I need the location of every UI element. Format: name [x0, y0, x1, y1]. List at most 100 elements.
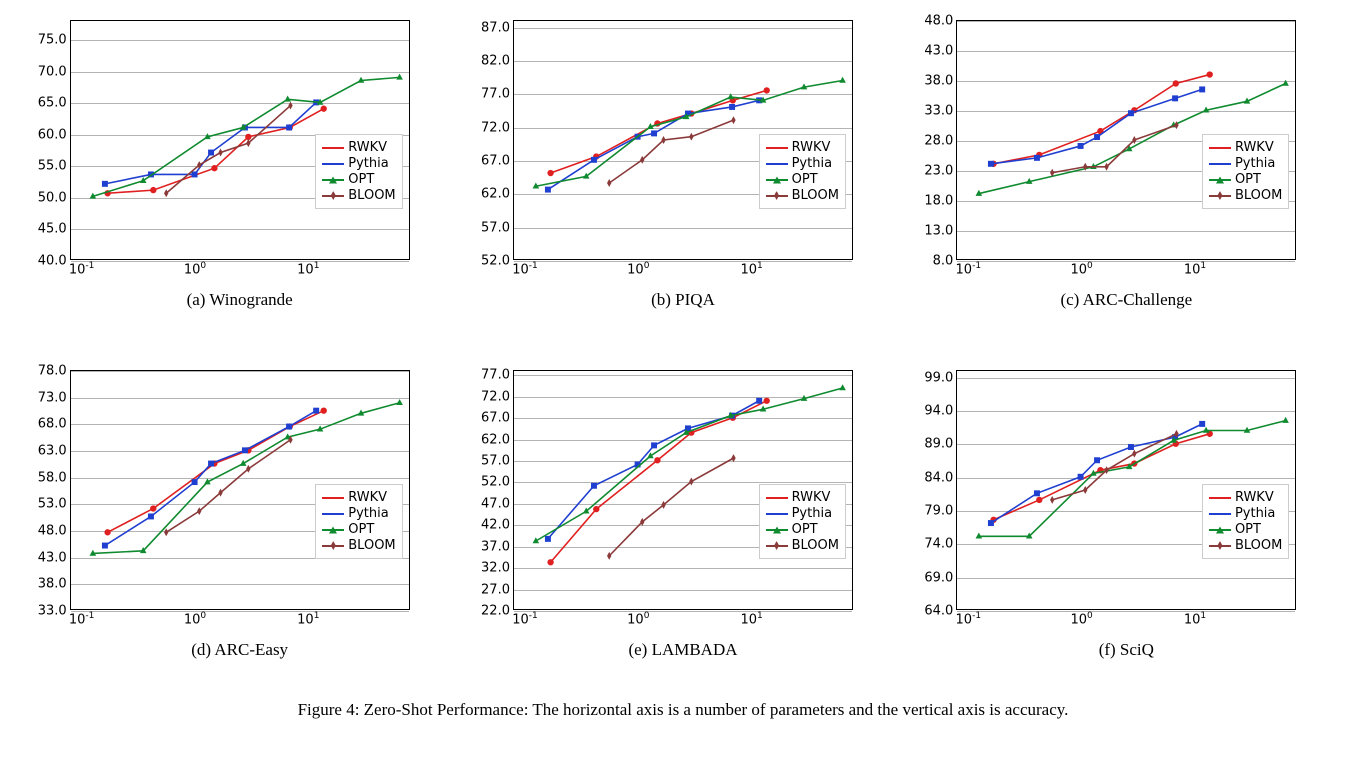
ytick: 94.0: [924, 404, 953, 419]
data-point: [689, 478, 693, 486]
ytick: 38.0: [38, 577, 67, 592]
legend-label: Pythia: [792, 506, 832, 521]
ytick: 13.0: [924, 224, 953, 239]
ytick: 18.0: [924, 194, 953, 209]
ytick: 64.0: [924, 604, 953, 619]
legend-item-pythia: Pythia: [766, 156, 839, 171]
chart-winogrande: 40.045.050.055.060.065.070.075.010-11001…: [43, 20, 436, 310]
data-point: [583, 173, 590, 179]
ytick: 77.0: [481, 87, 510, 102]
data-point: [1036, 497, 1042, 503]
legend-label: BLOOM: [792, 538, 839, 553]
data-point: [1128, 110, 1134, 116]
data-point: [988, 161, 994, 167]
xtick: 10-1: [512, 611, 538, 627]
legend-label: OPT: [792, 172, 818, 187]
data-point: [148, 513, 154, 519]
ytick: 70.0: [38, 64, 67, 79]
data-point: [1132, 450, 1136, 458]
data-point: [1034, 155, 1040, 161]
data-point: [191, 479, 197, 485]
plot-area: 33.038.043.048.053.058.063.068.073.078.0…: [70, 370, 410, 610]
data-point: [593, 506, 599, 512]
plot-area: 64.069.074.079.084.089.094.099.010-11001…: [956, 370, 1296, 610]
legend: RWKVPythiaOPTBLOOM: [315, 484, 402, 559]
data-point: [764, 87, 770, 93]
data-point: [1200, 86, 1206, 92]
ytick: 84.0: [924, 470, 953, 485]
series-line-bloom: [166, 106, 290, 194]
data-point: [689, 133, 693, 141]
data-point: [396, 399, 403, 405]
ytick: 48.0: [38, 524, 67, 539]
ytick: 57.0: [481, 454, 510, 469]
xtick: 101: [740, 261, 762, 277]
plot-area: 22.027.032.037.042.047.052.057.062.067.0…: [513, 370, 853, 610]
data-point: [1200, 421, 1206, 427]
data-point: [607, 552, 611, 560]
data-point: [1283, 417, 1290, 423]
ytick: 45.0: [38, 222, 67, 237]
legend-label: RWKV: [792, 490, 831, 505]
data-point: [1207, 71, 1213, 77]
xtick: 10-1: [69, 611, 95, 627]
xtick: 100: [1071, 611, 1093, 627]
xtick: 100: [627, 611, 649, 627]
legend-item-opt: OPT: [1209, 522, 1282, 537]
data-point: [547, 559, 553, 565]
legend-item-opt: OPT: [322, 172, 395, 187]
data-point: [150, 505, 156, 511]
legend: RWKVPythiaOPTBLOOM: [759, 134, 846, 209]
ytick: 23.0: [924, 164, 953, 179]
ytick: 32.0: [481, 561, 510, 576]
data-point: [218, 149, 222, 157]
ytick: 47.0: [481, 496, 510, 511]
ytick: 67.0: [481, 411, 510, 426]
legend-label: Pythia: [348, 156, 388, 171]
data-point: [661, 501, 665, 509]
chart-arc-challenge: 8.013.018.023.028.033.038.043.048.010-11…: [930, 20, 1323, 310]
ytick: 87.0: [481, 20, 510, 35]
legend-label: RWKV: [1235, 490, 1274, 505]
legend: RWKVPythiaOPTBLOOM: [759, 484, 846, 559]
data-point: [640, 518, 644, 526]
sub-caption: (e) LAMBADA: [628, 640, 737, 660]
data-point: [218, 489, 222, 497]
data-point: [288, 102, 292, 110]
plot-area: 52.057.062.067.072.077.082.087.010-11001…: [513, 20, 853, 260]
sub-caption: (d) ARC-Easy: [191, 640, 288, 660]
legend-item-rwkv: RWKV: [1209, 490, 1282, 505]
data-point: [1105, 466, 1109, 474]
legend-item-opt: OPT: [766, 522, 839, 537]
data-point: [191, 171, 197, 177]
data-point: [245, 134, 251, 140]
data-point: [731, 454, 735, 462]
data-point: [102, 181, 108, 187]
data-point: [197, 507, 201, 515]
legend-label: RWKV: [792, 140, 831, 155]
legend-label: OPT: [348, 172, 374, 187]
data-point: [607, 179, 611, 187]
ytick: 57.0: [481, 220, 510, 235]
figure-caption: Figure 4: Zero-Shot Performance: The hor…: [40, 700, 1326, 720]
legend-item-rwkv: RWKV: [766, 140, 839, 155]
xtick: 100: [184, 611, 206, 627]
data-point: [1105, 163, 1109, 171]
xtick: 101: [297, 261, 319, 277]
ytick: 58.0: [38, 470, 67, 485]
legend-item-pythia: Pythia: [322, 506, 395, 521]
sub-caption: (b) PIQA: [651, 290, 715, 310]
data-point: [1094, 134, 1100, 140]
xtick: 10-1: [956, 611, 982, 627]
data-point: [756, 398, 762, 404]
legend-item-pythia: Pythia: [1209, 506, 1282, 521]
legend-label: Pythia: [1235, 156, 1275, 171]
legend: RWKVPythiaOPTBLOOM: [315, 134, 402, 209]
ytick: 28.0: [924, 134, 953, 149]
ytick: 89.0: [924, 437, 953, 452]
data-point: [320, 407, 326, 413]
legend: RWKVPythiaOPTBLOOM: [1202, 134, 1289, 209]
ytick: 52.0: [481, 475, 510, 490]
data-point: [313, 408, 319, 414]
chart-lambada: 22.027.032.037.042.047.052.057.062.067.0…: [486, 370, 879, 660]
